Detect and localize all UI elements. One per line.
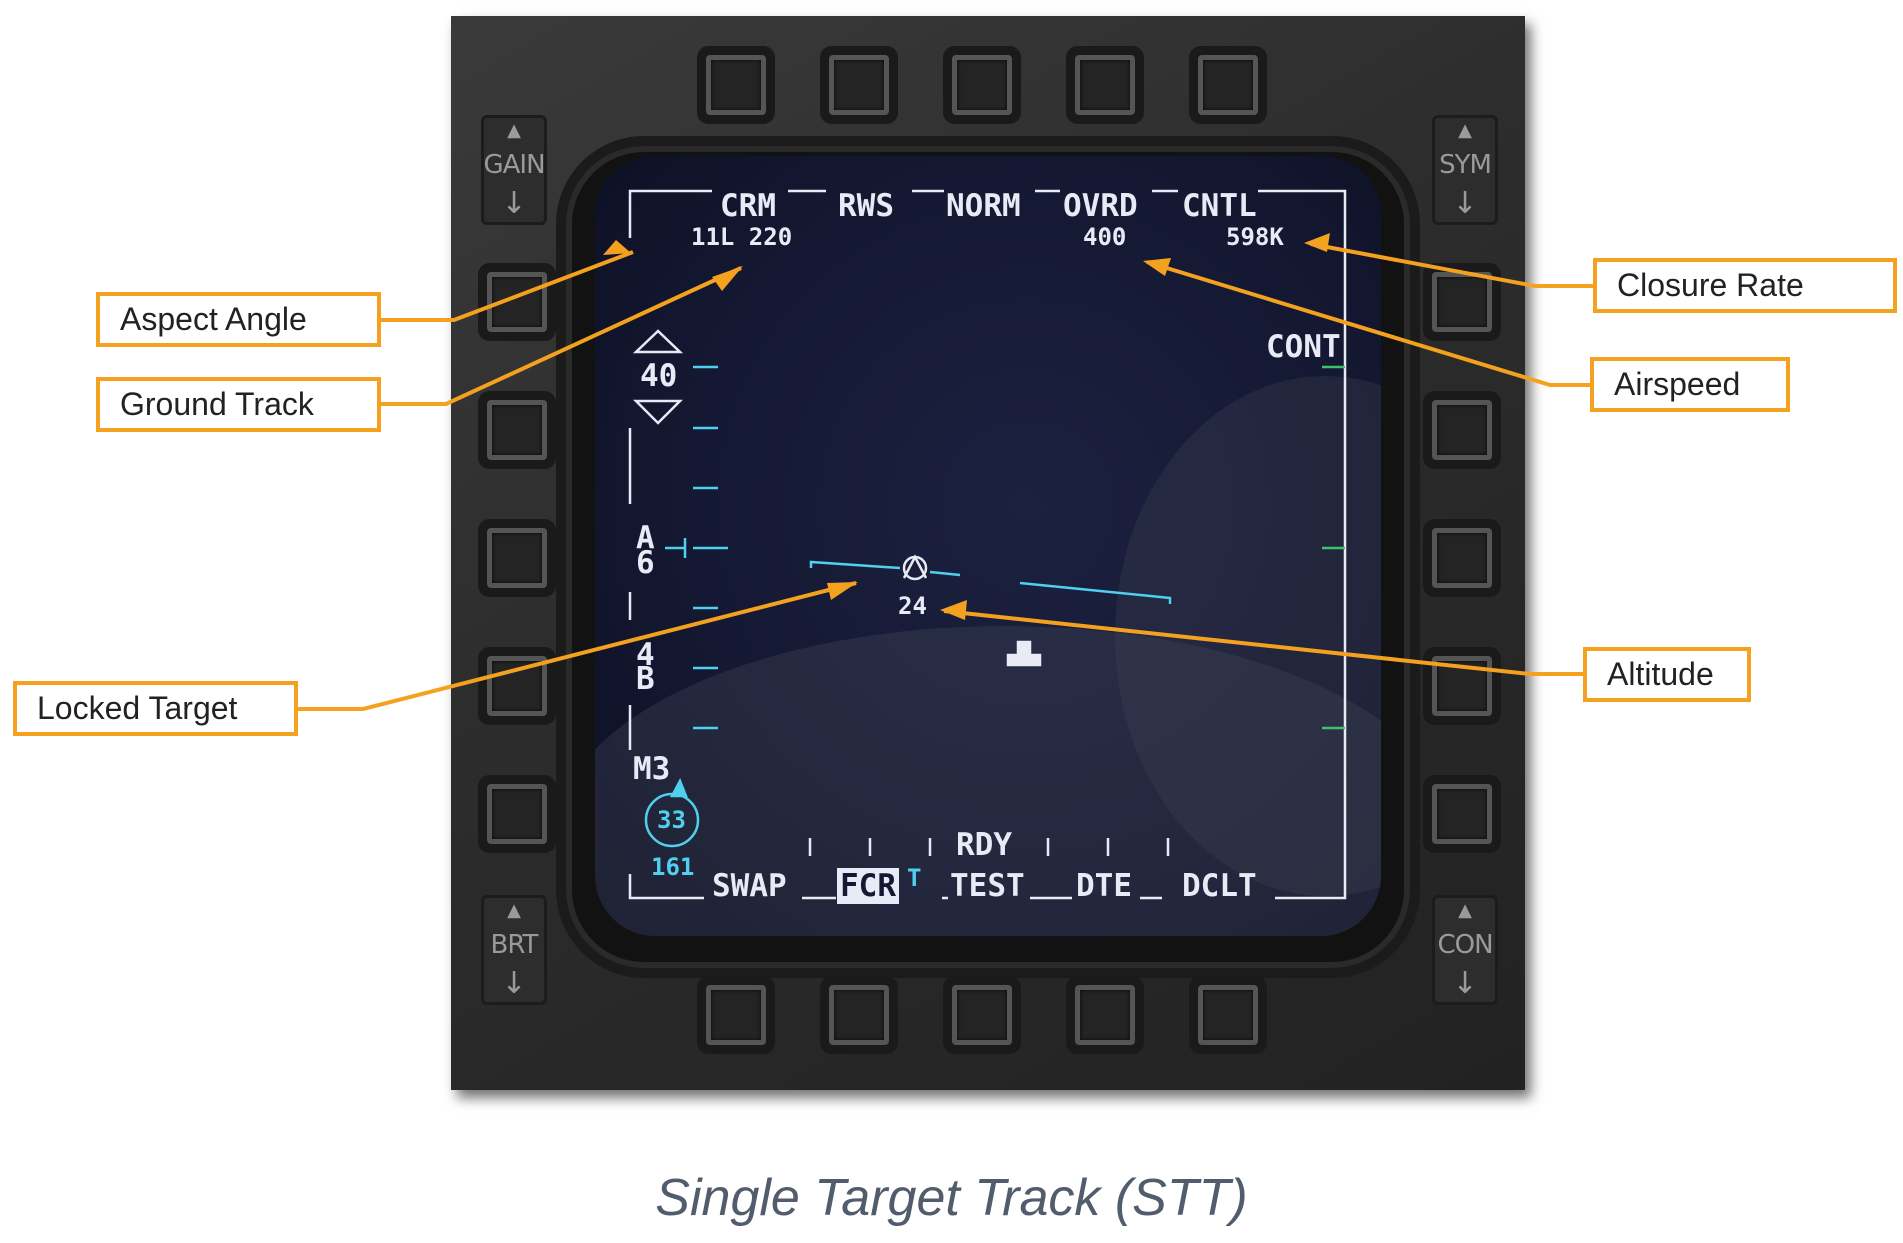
callout-airspeed: Airspeed xyxy=(1590,357,1790,412)
aspect-angle-arrowhead-icon xyxy=(603,240,631,255)
callout-aspect-angle: Aspect Angle xyxy=(96,292,381,347)
callout-leaders xyxy=(298,233,1593,711)
ground-track-leader xyxy=(381,266,742,406)
airspeed-leader xyxy=(1146,260,1590,387)
aspect-angle-leader xyxy=(381,250,634,322)
airspeed-arrowhead-icon xyxy=(1143,258,1171,276)
ground-track-arrowhead-icon xyxy=(712,266,743,291)
altitude-arrowhead-icon xyxy=(940,600,967,620)
callout-ground-track: Ground Track xyxy=(96,377,381,432)
callout-closure-rate: Closure Rate xyxy=(1593,258,1897,313)
closure-rate-arrowhead-icon xyxy=(1304,233,1330,252)
closure-rate-leader xyxy=(1310,242,1593,288)
locked-target-leader xyxy=(298,581,857,711)
callout-locked-target: Locked Target xyxy=(13,681,298,736)
altitude-leader xyxy=(943,609,1583,676)
locked-target-arrowhead-icon xyxy=(827,582,858,600)
callout-altitude: Altitude xyxy=(1583,647,1751,702)
figure-caption: Single Target Track (STT) xyxy=(655,1169,1248,1227)
stt-figure: ▲ GAIN ↓ ▲ SYM ↓ ▲ BRT ↓ ▲ CON ↓ CRM RWS… xyxy=(0,0,1903,1243)
